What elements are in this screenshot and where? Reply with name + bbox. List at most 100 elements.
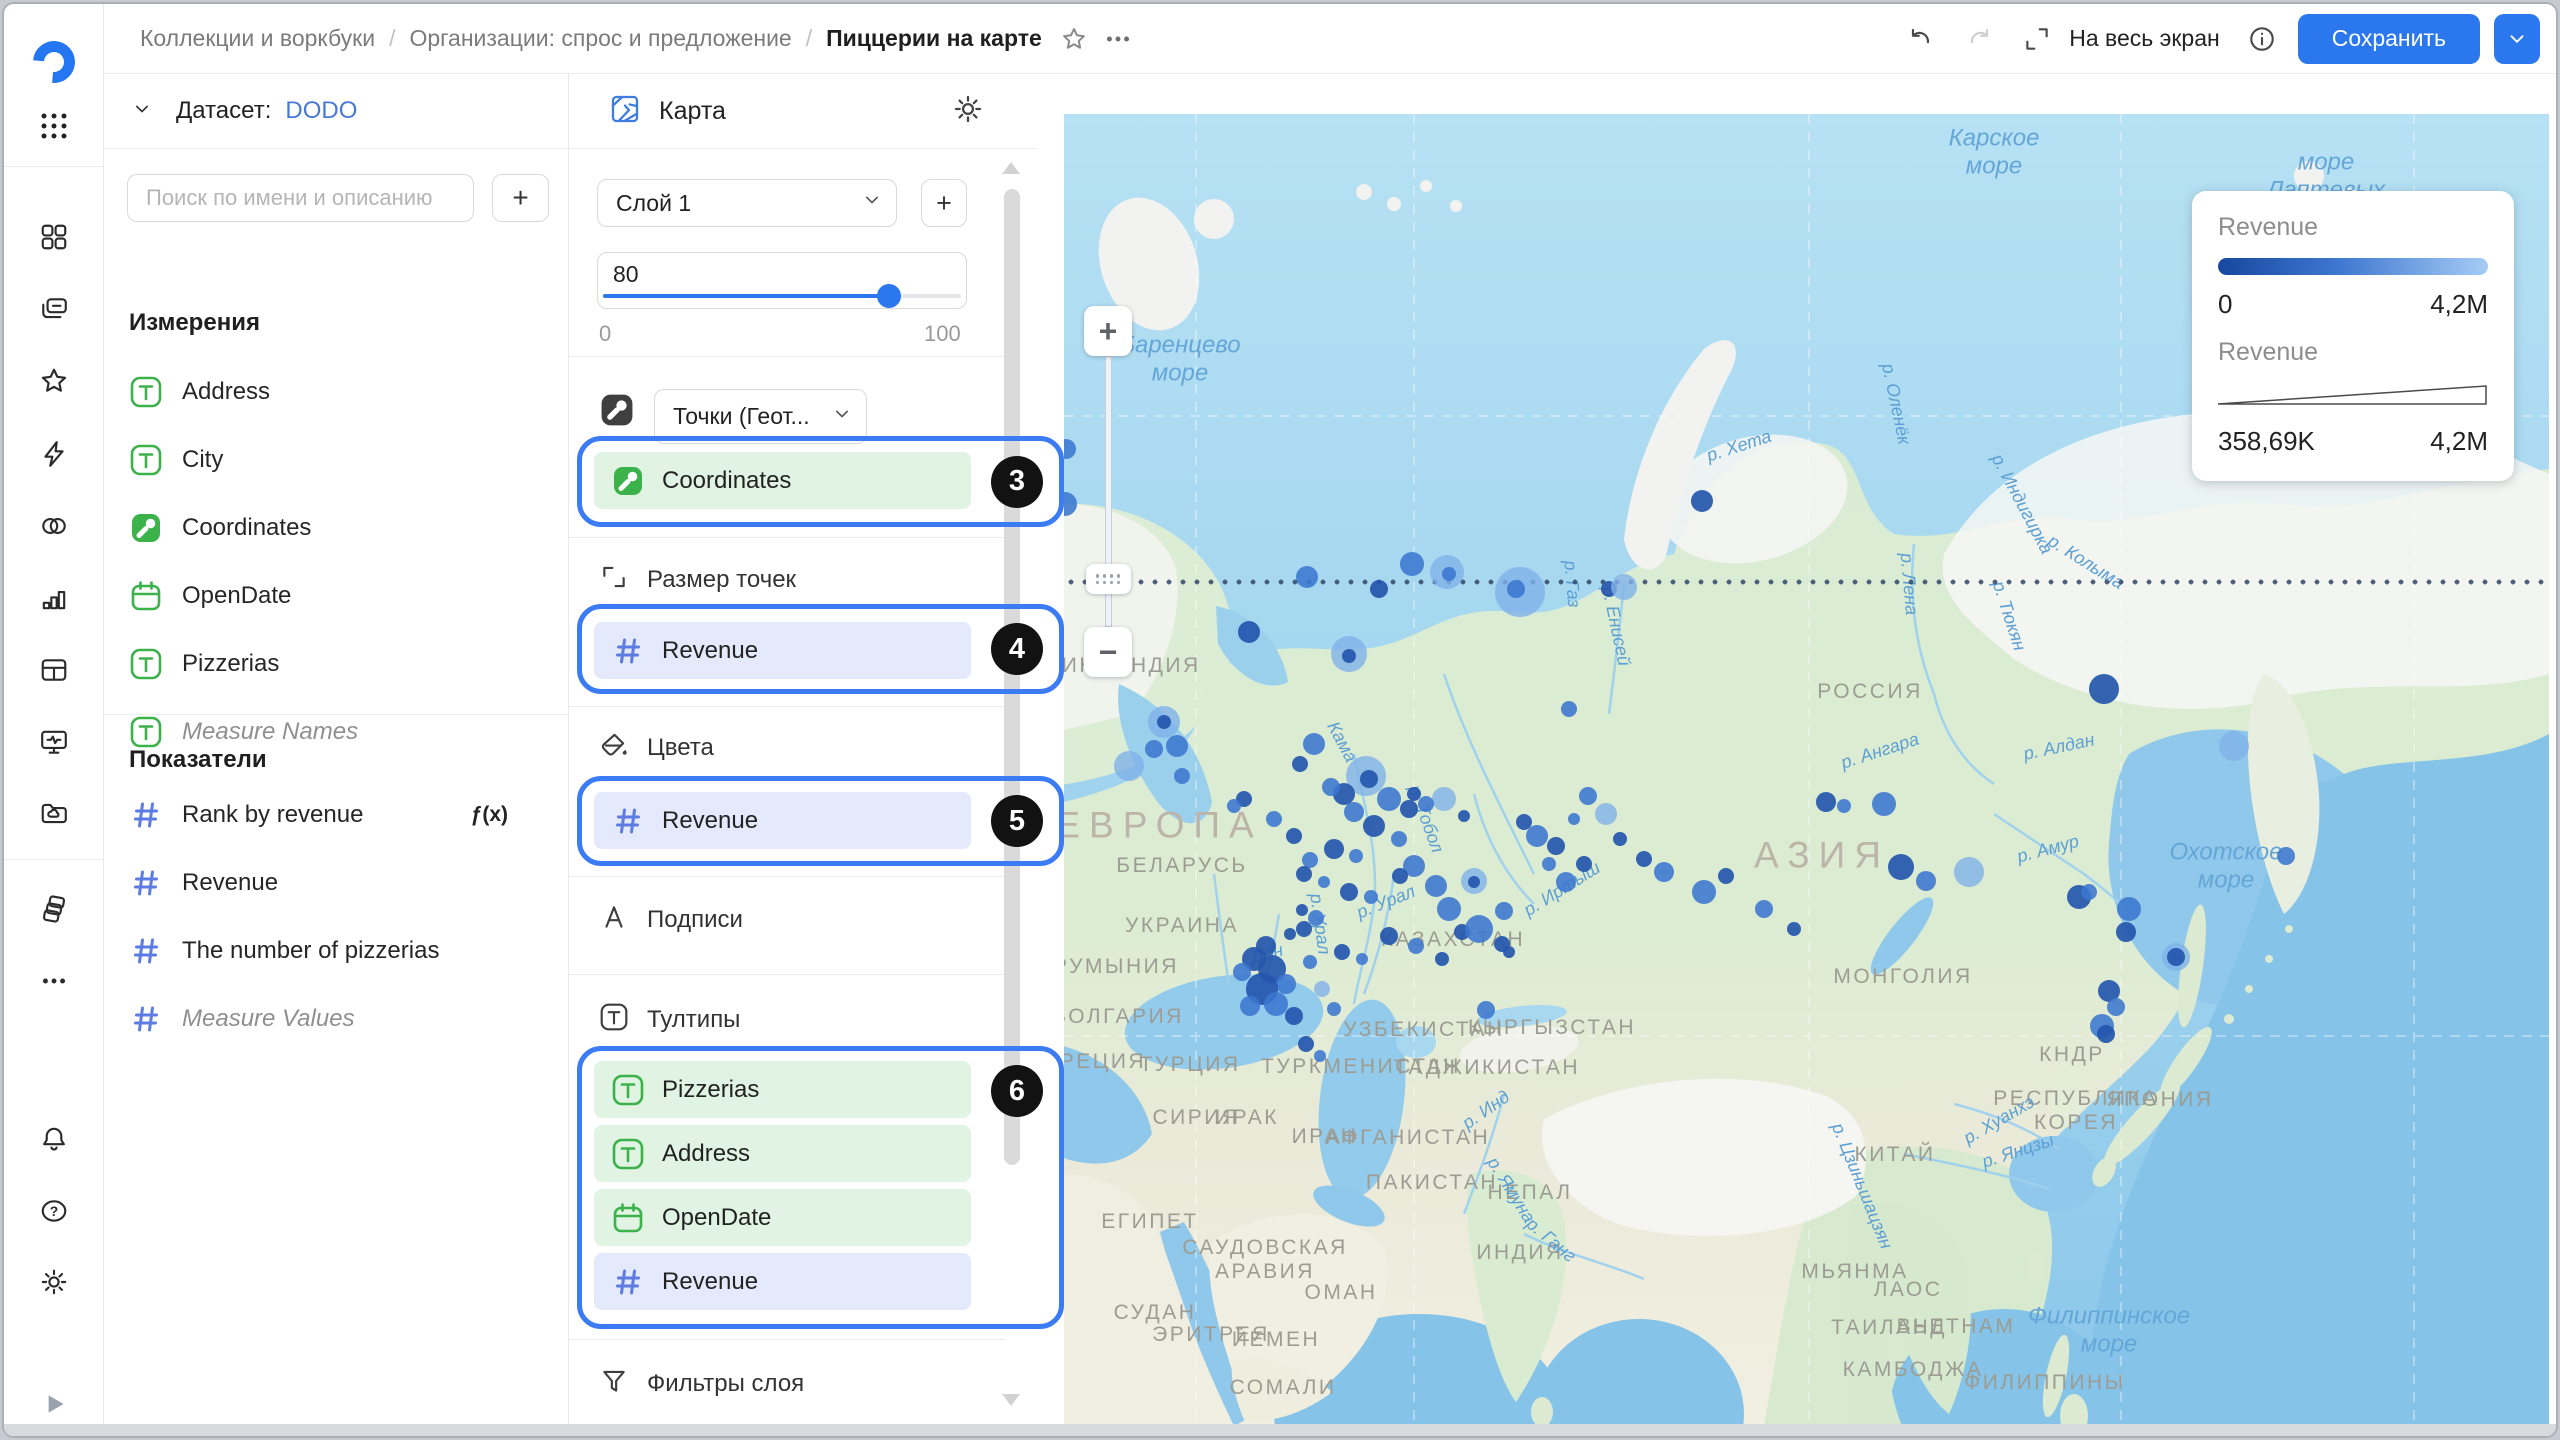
datasets-circles-icon[interactable] <box>39 511 69 541</box>
charts-bar-icon[interactable] <box>39 583 69 613</box>
scrollbar-thumb[interactable] <box>1004 189 1020 1165</box>
pizzeria-point[interactable] <box>1787 922 1801 936</box>
pizzeria-point[interactable] <box>1465 915 1493 943</box>
breadcrumb-item[interactable]: Пиццерии на карте <box>826 25 1042 52</box>
pizzeria-point[interactable] <box>1327 1002 1341 1016</box>
pizzeria-point[interactable] <box>2116 922 2136 942</box>
pizzeria-point[interactable] <box>1318 876 1330 888</box>
search-input[interactable] <box>127 174 474 222</box>
pizzeria-point[interactable] <box>1872 792 1896 816</box>
pizzeria-point[interactable] <box>1495 902 1513 920</box>
zoom-slider-handle[interactable] <box>1086 564 1131 594</box>
dashboard-grid-icon[interactable] <box>39 222 69 252</box>
pizzeria-point[interactable] <box>1227 799 1241 813</box>
storage-folder-icon[interactable] <box>39 799 69 829</box>
pizzeria-point[interactable] <box>1286 828 1302 844</box>
pizzeria-point[interactable] <box>1425 875 1447 897</box>
field-chip-revenue[interactable]: Revenue <box>594 792 971 849</box>
pizzeria-point[interactable] <box>1816 792 1836 812</box>
pizzeria-point[interactable] <box>1595 803 1617 825</box>
pizzeria-point[interactable] <box>1458 810 1470 822</box>
more-ellipsis-icon[interactable] <box>39 966 69 996</box>
pizzeria-point[interactable] <box>2277 847 2295 865</box>
pizzeria-point[interactable] <box>1322 778 1340 796</box>
settings-gear-icon[interactable] <box>39 1267 69 1297</box>
pizzeria-point[interactable] <box>1303 955 1317 969</box>
breadcrumb-more-icon[interactable] <box>1096 17 1140 61</box>
field-item-opendate[interactable]: OpenDate <box>104 562 568 630</box>
pizzeria-point[interactable] <box>1298 1036 1314 1052</box>
zoom-in-button[interactable]: + <box>1084 306 1132 356</box>
fullscreen-label[interactable]: На весь экран <box>2069 25 2220 52</box>
pizzeria-point[interactable] <box>1547 837 1565 855</box>
field-item-pizzerias[interactable]: Pizzerias <box>104 630 568 698</box>
pizzeria-point[interactable] <box>1380 927 1398 945</box>
pizzeria-point[interactable] <box>1145 740 1163 758</box>
field-item-address[interactable]: Address <box>104 358 568 426</box>
pizzeria-point[interactable] <box>1526 825 1548 847</box>
pizzeria-point[interactable] <box>1437 897 1461 921</box>
collections-icon[interactable] <box>39 294 69 324</box>
pizzeria-point[interactable] <box>1561 701 1577 717</box>
pizzeria-point[interactable] <box>1360 770 1378 788</box>
layer-filters-section[interactable]: Фильтры слоя <box>599 1366 804 1401</box>
field-item-revenue[interactable]: Revenue <box>104 849 568 917</box>
pizzeria-point[interactable] <box>2081 884 2097 900</box>
config-scrollbar[interactable] <box>1004 189 1020 1379</box>
pizzeria-point[interactable] <box>1377 787 1401 811</box>
pizzeria-point[interactable] <box>1400 552 1424 576</box>
dataset-header[interactable]: Датасет: DODO <box>104 74 568 149</box>
pizzeria-point[interactable] <box>1296 566 1318 588</box>
pizzeria-point[interactable] <box>1718 868 1734 884</box>
pizzeria-point[interactable] <box>1636 851 1652 867</box>
pizzeria-point[interactable] <box>1157 715 1171 729</box>
pizzeria-point[interactable] <box>1174 768 1190 784</box>
pizzeria-point[interactable] <box>1314 981 1330 997</box>
pizzeria-point[interactable] <box>1692 880 1716 904</box>
pizzeria-point[interactable] <box>1314 1050 1326 1062</box>
expand-play-icon[interactable] <box>39 1389 69 1419</box>
help-icon[interactable]: ? <box>39 1196 69 1226</box>
scroll-up-icon[interactable] <box>1002 162 1020 174</box>
pizzeria-point[interactable] <box>1342 649 1356 663</box>
pizzeria-point[interactable] <box>1324 839 1344 859</box>
undo-icon[interactable] <box>1899 17 1943 61</box>
pizzeria-point[interactable] <box>1392 868 1408 884</box>
pizzeria-point[interactable] <box>1611 574 1637 600</box>
redo-icon[interactable] <box>1957 17 2001 61</box>
field-item-measure-values[interactable]: Measure Values <box>104 985 568 1053</box>
field-item-coordinates[interactable]: Coordinates <box>104 494 568 562</box>
editor-monitor-icon[interactable] <box>39 727 69 757</box>
field-chip-revenue[interactable]: Revenue <box>594 622 971 679</box>
pizzeria-point[interactable] <box>1240 996 1260 1016</box>
collapse-chevron-icon[interactable] <box>130 97 154 126</box>
pizzeria-point[interactable] <box>1468 876 1480 888</box>
pizzeria-point[interactable] <box>2167 948 2185 966</box>
fullscreen-icon[interactable] <box>2015 17 2059 61</box>
geotype-select[interactable]: Точки (Геот... <box>654 389 867 444</box>
pizzeria-point[interactable] <box>1432 787 1456 811</box>
field-item-city[interactable]: City <box>104 426 568 494</box>
dataset-name-link[interactable]: DODO <box>285 97 357 125</box>
pizzeria-point[interactable] <box>1568 813 1580 825</box>
pizzeria-point[interactable] <box>1284 928 1296 940</box>
favorites-star-icon[interactable] <box>39 366 69 396</box>
info-icon[interactable] <box>2240 17 2284 61</box>
field-item-the-number-of-pizzerias[interactable]: The number of pizzerias <box>104 917 568 985</box>
pizzeria-point[interactable] <box>1296 904 1308 916</box>
pizzeria-point[interactable] <box>1349 849 1363 863</box>
add-field-button[interactable]: + <box>492 174 549 222</box>
pizzeria-point[interactable] <box>1391 831 1407 847</box>
pizzeria-point[interactable] <box>1507 580 1525 598</box>
datalens-logo[interactable] <box>24 32 83 91</box>
pizzeria-point[interactable] <box>2089 674 2119 704</box>
pizzeria-point[interactable] <box>1579 787 1597 805</box>
quick-actions-bolt-icon[interactable] <box>39 439 69 469</box>
field-chip-revenue[interactable]: Revenue <box>594 1253 971 1310</box>
pizzeria-point[interactable] <box>1442 567 1456 581</box>
pizzeria-point[interactable] <box>1266 811 1282 827</box>
pizzeria-point[interactable] <box>1494 936 1510 952</box>
pizzeria-point[interactable] <box>1418 796 1434 812</box>
layers-boxes-icon[interactable] <box>39 894 69 924</box>
pizzeria-point[interactable] <box>1654 862 1674 882</box>
